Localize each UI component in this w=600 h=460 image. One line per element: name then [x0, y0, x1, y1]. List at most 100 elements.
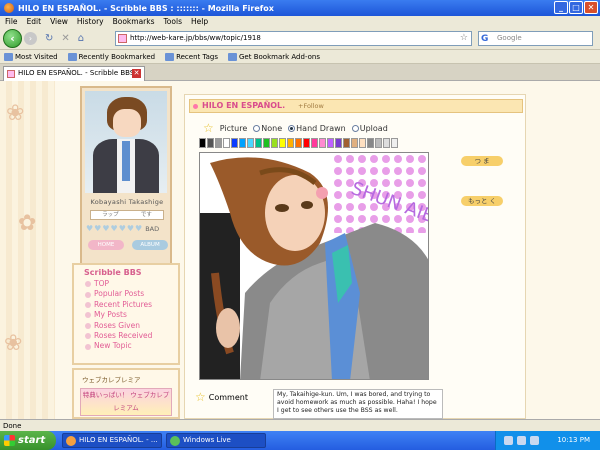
start-button[interactable]: start	[0, 431, 56, 450]
status-text: Done	[3, 422, 22, 430]
back-button[interactable]: ‹	[3, 29, 22, 48]
option-none[interactable]: None	[253, 124, 282, 133]
profile-status-left: ラップ	[102, 212, 119, 218]
firefox-icon	[66, 436, 76, 446]
palette-color-swatch[interactable]	[239, 138, 246, 148]
minimize-button[interactable]: _	[554, 1, 568, 14]
maximize-button[interactable]: □	[569, 1, 583, 14]
palette-color-swatch[interactable]	[247, 138, 254, 148]
palette-color-swatch[interactable]	[255, 138, 262, 148]
palette-color-swatch[interactable]	[231, 138, 238, 148]
palette-color-swatch[interactable]	[327, 138, 334, 148]
topic-title: HILO EN ESPAÑOL.	[202, 101, 286, 110]
palette-color-swatch[interactable]	[319, 138, 326, 148]
sidebar-item-recent-pictures[interactable]: Recent Pictures	[85, 300, 178, 310]
scribble-bbs-menu: Scribble BBS TOP Popular Posts Recent Pi…	[72, 263, 180, 365]
palette-color-swatch[interactable]	[391, 138, 398, 148]
palette-color-swatch[interactable]	[295, 138, 302, 148]
follow-link[interactable]: +Follow	[298, 102, 324, 110]
palette-color-swatch[interactable]	[215, 138, 222, 148]
palette-color-swatch[interactable]	[303, 138, 310, 148]
tab-hilo[interactable]: HILO EN ESPAÑOL. - Scribble BBS : ::::::…	[3, 66, 145, 90]
palette-color-swatch[interactable]	[287, 138, 294, 148]
sidebar-item-roses-given[interactable]: Roses Given	[85, 321, 178, 331]
option-hand-drawn[interactable]: Hand Drawn	[288, 124, 346, 133]
menu-history[interactable]: History	[77, 16, 104, 28]
stop-icon[interactable]: ✕	[61, 33, 69, 44]
menu-tools[interactable]: Tools	[164, 16, 182, 28]
menu-bookmarks[interactable]: Bookmarks	[113, 16, 155, 28]
sidebar-item-my-posts[interactable]: My Posts	[85, 310, 178, 320]
palette-color-swatch[interactable]	[279, 138, 286, 148]
sidebar-item-popular-posts[interactable]: Popular Posts	[85, 289, 178, 299]
close-window-button[interactable]: ✕	[584, 1, 598, 14]
radio-upload[interactable]	[351, 124, 359, 132]
flower-decoration-icon: ✿	[18, 211, 37, 236]
profile-album-button[interactable]: ALBUM	[132, 240, 168, 250]
sidebar-item-roses-received[interactable]: Roses Received	[85, 331, 178, 341]
taskbar-item-firefox[interactable]: HILO EN ESPAÑOL. - ...	[62, 433, 162, 448]
close-tab-icon[interactable]: ✕	[132, 69, 141, 78]
radio-hand-drawn[interactable]	[288, 124, 296, 132]
sidebar-item-top[interactable]: TOP	[85, 279, 178, 289]
page-content: ❀ ✿ ❀ Kobayashi Takashige ラップ です ♥ ♥ ♥ ♥…	[0, 81, 600, 419]
color-palette	[199, 138, 399, 148]
palette-color-swatch[interactable]	[383, 138, 390, 148]
palette-color-swatch[interactable]	[335, 138, 342, 148]
reload-icon[interactable]: ↻	[45, 33, 53, 44]
palette-color-swatch[interactable]	[343, 138, 350, 148]
taskbar-item-messenger[interactable]: Windows Live Messen...	[166, 433, 266, 457]
menu-view[interactable]: View	[50, 16, 68, 28]
option-upload[interactable]: Upload	[351, 124, 388, 133]
heart-icon: ♥	[118, 224, 126, 233]
tray-network-icon[interactable]	[504, 436, 513, 445]
canvas-button-top[interactable]: つ ま	[461, 156, 503, 166]
palette-color-swatch[interactable]	[367, 138, 374, 148]
menu-file[interactable]: File	[5, 16, 18, 28]
menu-edit[interactable]: Edit	[27, 16, 42, 28]
topic-panel: HILO EN ESPAÑOL. +Follow ☆ Picture None …	[184, 94, 526, 419]
bookmarks-toolbar: Most Visited Recently Bookmarked Recent …	[0, 50, 600, 64]
palette-color-swatch[interactable]	[375, 138, 382, 148]
tray-messenger-icon[interactable]	[517, 436, 526, 445]
home-icon[interactable]: ⌂	[78, 33, 84, 44]
bullet-icon	[85, 343, 91, 350]
bookmark-recently-bookmarked[interactable]: Recently Bookmarked	[67, 50, 155, 63]
palette-color-swatch[interactable]	[223, 138, 230, 148]
palette-color-swatch[interactable]	[207, 138, 214, 148]
windows-logo-icon	[4, 435, 15, 446]
palette-color-swatch[interactable]	[263, 138, 270, 148]
palette-color-swatch[interactable]	[199, 138, 206, 148]
bullet-icon	[85, 322, 91, 329]
avatar[interactable]	[85, 91, 167, 193]
firefox-icon	[4, 3, 14, 13]
premia-banner[interactable]: 特典いっぱい！ ウェブカレプレミアム	[80, 388, 172, 416]
tab-favicon	[7, 70, 15, 78]
menu-help[interactable]: Help	[191, 16, 208, 28]
palette-color-swatch[interactable]	[311, 138, 318, 148]
bullet-icon	[85, 291, 91, 298]
bookmark-icon	[67, 52, 77, 61]
tray-volume-icon[interactable]	[530, 436, 539, 445]
palette-color-swatch[interactable]	[359, 138, 366, 148]
bookmark-star-icon[interactable]: ☆	[460, 32, 468, 45]
bookmark-recent-tags[interactable]: Recent Tags	[165, 50, 218, 63]
heart-icon: ♥	[94, 224, 102, 233]
palette-color-swatch[interactable]	[351, 138, 358, 148]
profile-home-button[interactable]: HOME	[88, 240, 124, 250]
canvas-button-bottom[interactable]: もっと く	[461, 196, 503, 206]
drawing-canvas[interactable]: SHUN AIBA	[199, 152, 429, 380]
palette-color-swatch[interactable]	[271, 138, 278, 148]
bookmark-most-visited[interactable]: Most Visited	[4, 50, 58, 63]
radio-none[interactable]	[253, 124, 261, 132]
forward-button[interactable]: ›	[24, 32, 37, 45]
decorative-border: ❀ ✿ ❀	[0, 81, 55, 419]
comment-text[interactable]: My, Takaihige-kun. Um, I was bored, and …	[273, 389, 443, 419]
search-box[interactable]: G Google	[478, 31, 593, 46]
sidebar-item-new-topic[interactable]: New Topic	[85, 341, 178, 351]
clock: 10:13 PM	[557, 436, 590, 444]
bookmark-get-addons[interactable]: Get Bookmark Add-ons	[228, 50, 320, 63]
taskbar: start HILO EN ESPAÑOL. - ... Windows Liv…	[0, 431, 600, 457]
url-bar[interactable]: http://web-kare.jp/bbs/ww/topic/1918 ☆	[115, 31, 472, 46]
site-favicon	[118, 34, 127, 43]
